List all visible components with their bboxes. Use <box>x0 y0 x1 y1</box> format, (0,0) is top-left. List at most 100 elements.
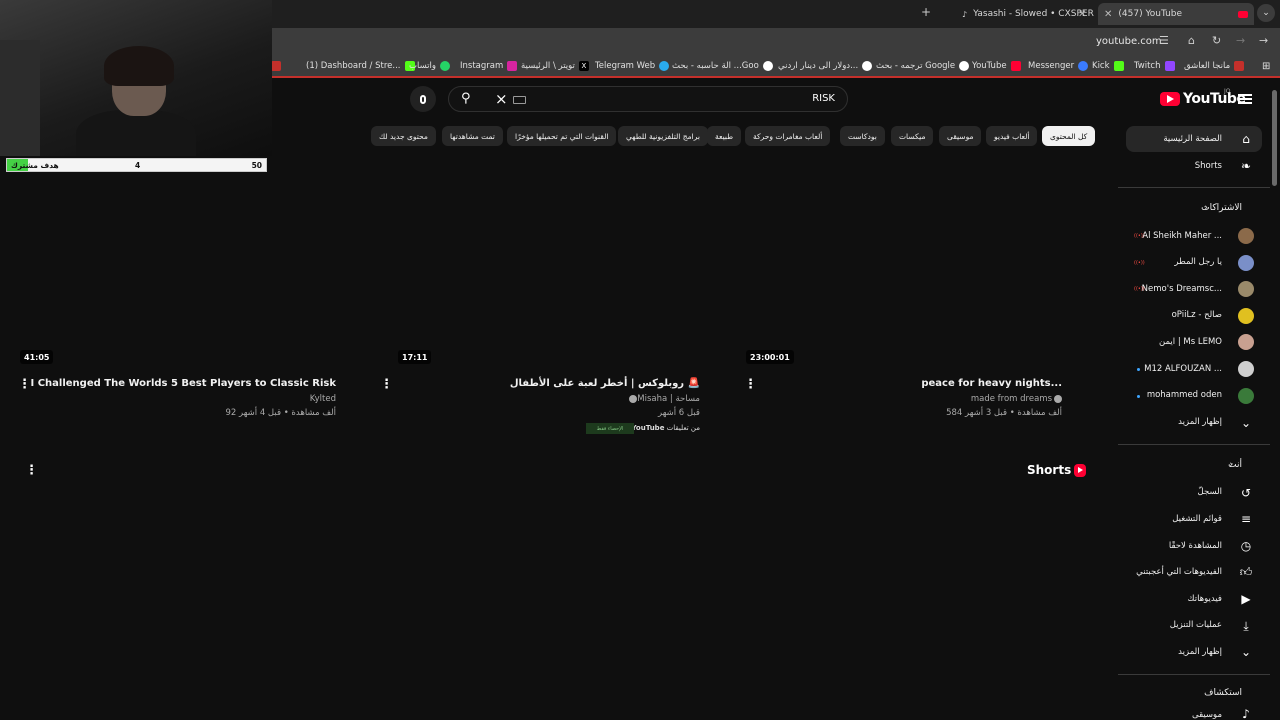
sidebar-item-playlists[interactable]: قوائم التشغيل <box>1172 514 1222 524</box>
bookmark-item[interactable]: YouTube <box>972 61 1021 71</box>
tab-spotify[interactable]: ♪ Yasashi - Slowed • CXSPER <box>962 3 1109 25</box>
video-title[interactable]: peace for heavy nights... <box>921 378 1062 389</box>
instagram-icon <box>507 61 518 71</box>
chip-watched[interactable]: تمت مشاهدتها <box>442 126 503 146</box>
sidebar-item-watch-later[interactable]: المشاهدة لاحقًا <box>1169 541 1222 551</box>
close-tab-icon[interactable]: ✕ <box>1078 3 1086 25</box>
chip-action-adventure[interactable]: ألعاب مغامرات وحركة <box>745 126 831 146</box>
channel-name[interactable]: made from dreams <box>971 394 1062 404</box>
url-text[interactable]: youtube.com <box>1096 36 1162 47</box>
video-title[interactable]: I Challenged The Worlds 5 Best Players t… <box>31 378 336 389</box>
forward-icon[interactable]: → <box>1236 34 1245 47</box>
google-icon <box>762 61 773 71</box>
video-source: YouTube من تعليقات <box>631 424 700 432</box>
bookmark-item[interactable]: دولار الى دينار اردني... <box>778 61 873 71</box>
shorts-more-options-icon[interactable]: ⋮ <box>25 463 38 478</box>
chip-mixes[interactable]: ميكسات <box>891 126 934 146</box>
logo-text: YouTube <box>1183 91 1246 107</box>
info-badge: الإحصاء فقط <box>586 423 634 434</box>
chip-all[interactable]: كل المحتوى <box>1042 126 1096 146</box>
bookmark-item[interactable]: الة حاسبه - بحث ...Goo <box>672 61 773 71</box>
bookmark-item[interactable]: ترجمه - بحث Google <box>876 61 970 71</box>
chip-video-games[interactable]: ألعاب فيديو <box>986 126 1038 146</box>
video-title[interactable]: روبلوكس | أخطر لعبة على الأطفال 🚨 <box>510 378 700 389</box>
bookmark-item[interactable]: Twitch <box>1134 61 1175 71</box>
youtube-icon <box>1010 61 1021 71</box>
home-icon[interactable]: ⌂ <box>1188 34 1195 47</box>
search-input[interactable]: RISK ⚲ × <box>448 86 848 112</box>
sidebar-subscription[interactable]: Nemo's Dreamsc... <box>1142 284 1222 294</box>
sidebar-item-liked[interactable]: الفيديوهات التي أعجبتني <box>1136 567 1222 577</box>
bookmark-item[interactable]: Telegram Web <box>595 61 670 71</box>
video-meta: 584 ألف مشاهدة • قبل 3 أشهر <box>946 408 1062 418</box>
duration-badge: 41:05 <box>20 350 54 364</box>
chip-cooking-shows[interactable]: برامج التلفزيونية للطهي <box>618 126 708 146</box>
history-icon: ↺ <box>1240 486 1252 500</box>
new-content-dot <box>1137 395 1140 398</box>
search-value: RISK <box>812 93 835 104</box>
close-tab-icon[interactable]: ✕ <box>1104 9 1112 20</box>
reload-icon[interactable]: ↻ <box>1212 34 1221 47</box>
more-options-icon[interactable]: ⋮ <box>380 377 393 392</box>
tab-menu-button[interactable]: ⌄ <box>1257 4 1275 22</box>
sidebar-item-downloads[interactable]: عمليات التنزيل <box>1170 620 1222 630</box>
sidebar-subscription[interactable]: mohammed oden <box>1147 390 1222 400</box>
home-icon: ⌂ <box>1242 132 1250 146</box>
chip-nature[interactable]: طبيعة <box>707 126 742 146</box>
download-icon: ⤓ <box>1243 618 1249 633</box>
sidebar-item-history[interactable]: السجلّ <box>1198 487 1222 497</box>
netflix-icon <box>270 61 281 71</box>
divider <box>1118 187 1270 188</box>
clear-search-icon[interactable]: × <box>495 90 508 108</box>
more-options-icon[interactable]: ⋮ <box>18 377 31 392</box>
sidebar-show-more[interactable]: إظهار المزيد <box>1178 417 1222 427</box>
bookmark-item[interactable]: مانجا العاشق <box>1184 61 1245 71</box>
video-meta: 92 ألف مشاهدة • قبل 4 أشهر <box>225 408 336 418</box>
tab-youtube[interactable]: ✕ (457) YouTube <box>1098 3 1254 25</box>
bookmark-item[interactable]: (1) Dashboard / Stre... <box>306 61 415 71</box>
shorts-icon <box>1074 464 1086 477</box>
sidebar-item-music[interactable]: موسيقى <box>1192 710 1222 720</box>
kick-icon <box>1113 61 1124 71</box>
sidebar-subscription[interactable]: ايمن | Ms LEMO <box>1159 337 1222 347</box>
live-icon: ((•)) <box>1134 260 1145 266</box>
avatar <box>1238 388 1254 404</box>
back-icon[interactable]: → <box>1259 34 1268 47</box>
sidebar-item-shorts[interactable]: Shorts <box>1195 161 1222 171</box>
channel-name[interactable]: Misaha | مساحة <box>627 394 700 404</box>
youtube-logo[interactable]: YouTube <box>1160 91 1246 107</box>
webcam-person-hair <box>104 46 174 86</box>
sidebar-subscription[interactable]: oPiiLz - صالح <box>1172 310 1222 320</box>
bookmark-item[interactable]: تويتر \ الرئيسية X <box>521 61 589 71</box>
webcam-overlay <box>0 0 272 156</box>
keyboard-icon[interactable] <box>513 96 526 104</box>
sidebar-scrollbar[interactable] <box>1272 90 1277 186</box>
more-options-icon[interactable]: ⋮ <box>744 377 757 392</box>
verified-icon <box>1054 394 1062 403</box>
bookmarks-overflow-icon[interactable]: ⊞ <box>1262 61 1270 72</box>
voice-search-button[interactable] <box>410 86 436 112</box>
site-settings-icon[interactable]: ☰ <box>1159 34 1169 47</box>
sidebar-show-more[interactable]: إظهار المزيد <box>1178 647 1222 657</box>
channel-name[interactable]: Kylted <box>310 394 336 404</box>
sidebar-subscription[interactable]: M12 ALFOUZAN ... <box>1144 364 1222 374</box>
sidebar-item-your-videos[interactable]: فيديوهاتك <box>1188 594 1222 604</box>
chevron-right-icon: › <box>1204 203 1208 213</box>
sidebar-subscription[interactable]: Al Sheikh Maher ... <box>1142 231 1222 241</box>
search-icon[interactable]: ⚲ <box>461 91 471 106</box>
sidebar-subscription[interactable]: يا رجل المطر <box>1174 257 1222 267</box>
new-tab-button[interactable]: + <box>921 5 931 19</box>
video-meta: قبل 6 أشهر <box>658 408 700 418</box>
bookmark-item[interactable]: Kick <box>1092 61 1124 71</box>
youtube-favicon-icon <box>1238 10 1248 18</box>
chip-podcasts[interactable]: بودكاست <box>840 126 885 146</box>
chip-music[interactable]: موسيقى <box>939 126 982 146</box>
clock-icon: ◷ <box>1240 539 1252 553</box>
your-videos-icon: ▶ <box>1241 592 1251 606</box>
bookmark-item[interactable]: Messenger <box>1028 61 1089 71</box>
bookmark-item[interactable]: Instagram <box>460 61 518 71</box>
chip-new-to-you[interactable]: محتوى جديد لك <box>371 126 436 146</box>
bookmark-item[interactable]: واتساب <box>409 61 451 71</box>
chip-recently-uploaded[interactable]: القنوات التي تم تحميلها مؤخرًا <box>507 126 617 146</box>
subscriber-goal-bar: هدف مشترك 4 50 <box>6 158 267 172</box>
